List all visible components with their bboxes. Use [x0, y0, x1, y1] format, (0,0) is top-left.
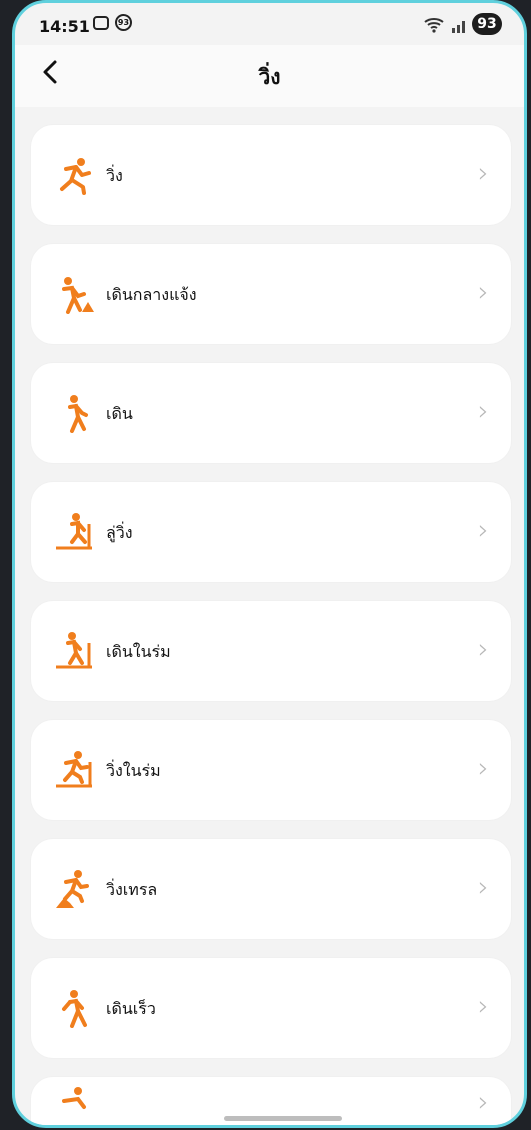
home-indicator[interactable] — [224, 1116, 342, 1121]
chevron-right-icon: › — [477, 394, 489, 427]
status-bar: 14:51 93 93 — [15, 3, 524, 45]
battery-indicator: 93 — [472, 13, 502, 35]
phone-frame: 14:51 93 93 วิ่ง วิ่ง › เดินกลางแจ้ง › เ… — [12, 0, 527, 1128]
screenshot-icon — [93, 15, 109, 30]
outdoor-walk-icon — [62, 277, 94, 314]
indoor-walk-icon — [56, 632, 92, 669]
chevron-right-icon: › — [477, 632, 489, 665]
item-label: เดินกลางแจ้ง — [106, 285, 197, 304]
chevron-right-icon: › — [477, 513, 489, 546]
item-label: วิ่งในร่ม — [106, 761, 161, 780]
item-label: เดิน — [106, 404, 133, 423]
item-label: ลู่วิ่ง — [106, 523, 133, 542]
chevron-right-icon: › — [477, 1085, 489, 1118]
chevron-right-icon: › — [477, 275, 489, 308]
chevron-right-icon: › — [477, 870, 489, 903]
running-icon — [60, 158, 91, 195]
list-item[interactable]: ลู่วิ่ง › — [31, 482, 511, 582]
list-item[interactable]: เดินกลางแจ้ง › — [31, 244, 511, 344]
walking-icon — [68, 395, 88, 433]
brisk-walk-icon — [62, 990, 87, 1028]
item-label: เดินในร่ม — [106, 642, 171, 661]
chevron-right-icon: › — [477, 989, 489, 1022]
trail-run-icon — [56, 870, 89, 908]
status-right: 93 — [423, 13, 502, 35]
item-label: วิ่งเทรล — [106, 880, 158, 899]
list-item[interactable]: วิ่งเทรล › — [31, 839, 511, 939]
wifi-icon — [424, 18, 444, 33]
list-item[interactable]: เดินเร็ว › — [31, 958, 511, 1058]
workout-icon — [62, 1087, 86, 1109]
page-title: วิ่ง — [258, 65, 281, 89]
treadmill-icon — [56, 513, 92, 550]
chevron-right-icon: › — [477, 751, 489, 784]
status-time: 14:51 — [39, 17, 90, 36]
indoor-run-icon — [56, 751, 92, 788]
status-left-icons: 93 — [93, 14, 132, 31]
list-item[interactable]: เดินในร่ม › — [31, 601, 511, 701]
chevron-right-icon: › — [477, 156, 489, 189]
item-label: วิ่ง — [106, 166, 123, 185]
list-item[interactable]: วิ่ง › — [31, 125, 511, 225]
list-item[interactable]: วิ่งในร่ม › — [31, 720, 511, 820]
workout-list: วิ่ง › เดินกลางแจ้ง › เดิน › ลู่วิ่ง › เ… — [31, 125, 511, 1125]
list-item[interactable]: เดิน › — [31, 363, 511, 463]
signal-icon — [452, 16, 465, 33]
top-header: วิ่ง — [15, 45, 524, 107]
notification-badge-icon: 93 — [115, 14, 132, 31]
item-label: เดินเร็ว — [106, 999, 156, 1018]
